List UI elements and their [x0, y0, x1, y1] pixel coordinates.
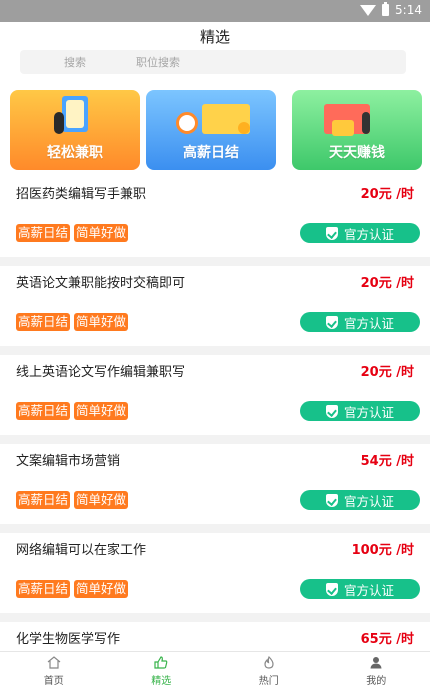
job-tags: 高薪日结 简单好做	[16, 224, 129, 242]
job-card[interactable]: 文案编辑市场营销 54元 /时 高薪日结 简单好做 官方认证	[0, 444, 430, 524]
job-title: 网络编辑可以在家工作	[16, 543, 147, 558]
job-tag: 简单好做	[74, 580, 129, 598]
job-title: 文案编辑市场营销	[16, 454, 121, 469]
status-time: 5:14	[395, 3, 422, 17]
verified-label: 官方认证	[343, 315, 394, 331]
job-search-hint: 职位搜索	[136, 56, 180, 69]
status-bar: 5:14	[0, 0, 430, 22]
tab-home[interactable]: 首页	[0, 652, 108, 690]
job-tag: 高薪日结	[16, 580, 71, 598]
shield-check-icon	[325, 493, 338, 507]
job-title: 招医药类编辑写手兼职	[16, 187, 147, 202]
header: 精选 搜索 职位搜索	[0, 22, 430, 80]
tab-label: 精选	[151, 675, 172, 687]
job-tag: 简单好做	[74, 491, 129, 509]
banner-daily-earn[interactable]: 天天赚钱	[292, 90, 422, 170]
job-tag: 高薪日结	[16, 402, 71, 420]
home-icon	[46, 656, 62, 670]
verified-label: 官方认证	[343, 226, 394, 242]
job-tags: 高薪日结 简单好做	[16, 491, 129, 509]
tab-label: 首页	[43, 675, 64, 687]
battery-icon	[382, 2, 390, 16]
shield-check-icon	[325, 582, 338, 596]
job-tag: 高薪日结	[16, 224, 71, 242]
job-salary: 65元 /时	[360, 632, 414, 647]
verified-badge: 官方认证	[300, 579, 420, 599]
banner-label: 天天赚钱	[329, 145, 385, 161]
job-tag: 简单好做	[74, 224, 129, 242]
job-tags: 高薪日结 简单好做	[16, 313, 129, 331]
job-card[interactable]: 网络编辑可以在家工作 100元 /时 高薪日结 简单好做 官方认证	[0, 533, 430, 613]
banner-easy-part-time[interactable]: 轻松兼职	[10, 90, 140, 170]
category-banners: 轻松兼职 高薪日结 天天赚钱	[0, 80, 430, 177]
verified-badge: 官方认证	[300, 401, 420, 421]
verified-label: 官方认证	[343, 404, 394, 420]
job-card[interactable]: 招医药类编辑写手兼职 20元 /时 高薪日结 简单好做 官方认证	[0, 177, 430, 257]
job-tag: 高薪日结	[16, 313, 71, 331]
job-salary: 20元 /时	[360, 365, 414, 380]
job-salary: 20元 /时	[360, 187, 414, 202]
thumbs-up-icon	[153, 656, 169, 670]
verified-badge: 官方认证	[300, 490, 420, 510]
banner-high-pay[interactable]: 高薪日结	[146, 90, 276, 170]
banner-label: 轻松兼职	[47, 145, 103, 161]
job-title: 线上英语论文写作编辑兼职写	[16, 365, 186, 380]
person-icon	[368, 656, 384, 670]
job-tags: 高薪日结 简单好做	[16, 580, 129, 598]
job-card[interactable]: 线上英语论文写作编辑兼职写 20元 /时 高薪日结 简单好做 官方认证	[0, 355, 430, 435]
shield-check-icon	[325, 226, 338, 240]
job-card[interactable]: 化学生物医学写作 65元 /时	[0, 622, 430, 652]
job-salary: 20元 /时	[360, 276, 414, 291]
verified-badge: 官方认证	[300, 312, 420, 332]
job-title: 化学生物医学写作	[16, 632, 121, 647]
verified-label: 官方认证	[343, 493, 394, 509]
search-hint: 搜索	[64, 56, 86, 69]
tab-hot[interactable]: 热门	[215, 652, 323, 690]
job-title: 英语论文兼职能按时交稿即可	[16, 276, 186, 291]
job-salary: 54元 /时	[360, 454, 414, 469]
wifi-icon	[360, 4, 377, 16]
tab-mine[interactable]: 我的	[323, 652, 430, 690]
job-tags: 高薪日结 简单好做	[16, 402, 129, 420]
tab-label: 我的	[366, 675, 387, 687]
job-tag: 高薪日结	[16, 491, 71, 509]
shield-check-icon	[325, 315, 338, 329]
bottom-tab-bar: 首页 精选 热门 我的	[0, 651, 430, 690]
verified-label: 官方认证	[343, 582, 394, 598]
verified-badge: 官方认证	[300, 223, 420, 243]
page-title: 精选	[199, 28, 230, 46]
job-tag: 简单好做	[74, 313, 129, 331]
shield-check-icon	[325, 404, 338, 418]
job-salary: 100元 /时	[351, 543, 414, 558]
search-input[interactable]: 搜索 职位搜索	[20, 50, 406, 74]
job-card[interactable]: 英语论文兼职能按时交稿即可 20元 /时 高薪日结 简单好做 官方认证	[0, 266, 430, 346]
status-icons: 5:14	[360, 2, 422, 17]
fire-icon	[261, 656, 277, 670]
job-tag: 简单好做	[74, 402, 129, 420]
tab-featured[interactable]: 精选	[108, 652, 216, 690]
tab-label: 热门	[258, 675, 279, 687]
banner-label: 高薪日结	[183, 145, 239, 161]
